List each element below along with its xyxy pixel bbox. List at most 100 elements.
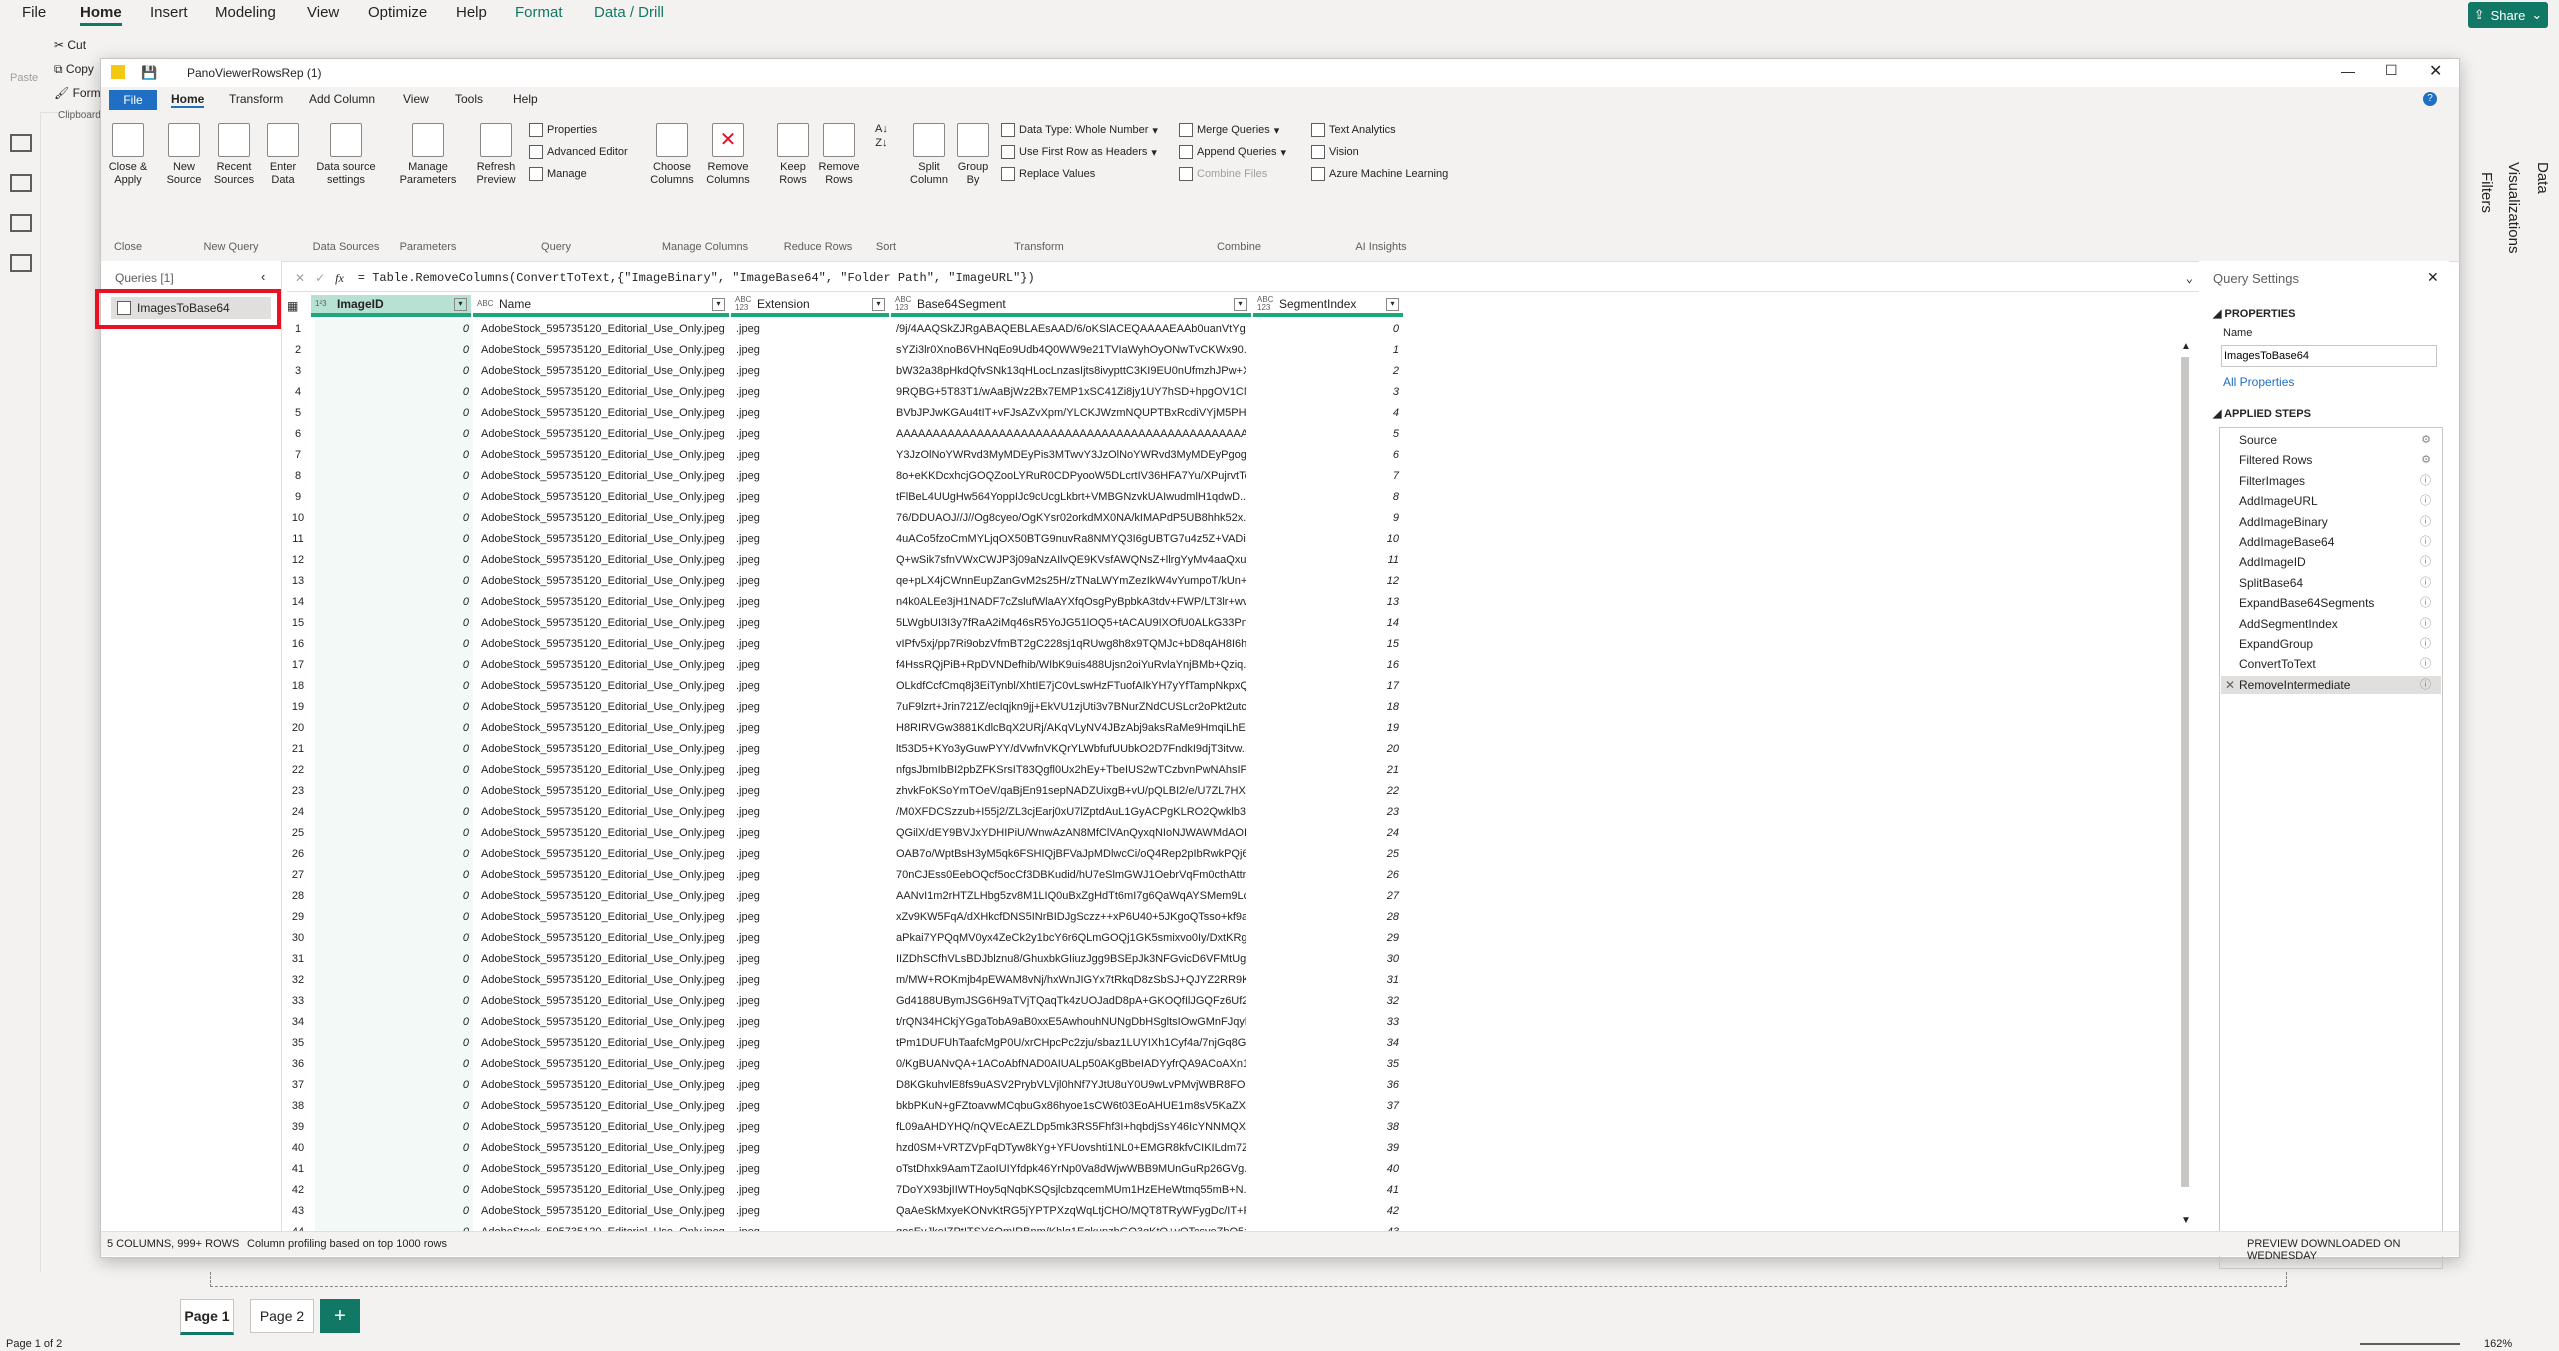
cell-base64segment[interactable]: /M0XFDCSzzub+I55j2/ZL3cjEarj0xU7lZptdAuL…	[892, 802, 1246, 823]
query-name-input[interactable]	[2221, 345, 2437, 367]
cell-segmentindex[interactable]: 35	[1255, 1054, 1403, 1075]
applied-steps-header[interactable]: ◢ APPLIED STEPS	[2213, 407, 2311, 420]
cell-base64segment[interactable]: bW32a38pHkdQfvSNk13qHLocLnzasIjts8ivyptt…	[892, 361, 1246, 382]
info-icon[interactable]: ⓘ	[2420, 615, 2431, 633]
cell-name[interactable]: AdobeStock_595735120_Editorial_Use_Only.…	[477, 928, 731, 949]
cell-segmentindex[interactable]: 1	[1255, 340, 1403, 361]
table-row[interactable]: 11 0 AdobeStock_595735120_Editorial_Use_On…	[287, 529, 1617, 550]
table-row[interactable]: 7 0 AdobeStock_595735120_Editorial_Use_Onl…	[287, 445, 1617, 466]
cell-extension[interactable]: .jpeg	[732, 361, 886, 382]
tab-insert[interactable]: Insert	[150, 4, 188, 21]
cell-base64segment[interactable]: QaAeSkMxyeKONvKtRG5jYPTPXzqWqLtjCHO/MQT8…	[892, 1201, 1246, 1222]
table-row[interactable]: 27 0 AdobeStock_595735120_Editorial_Use_On…	[287, 865, 1617, 886]
cell-segmentindex[interactable]: 41	[1255, 1180, 1403, 1201]
split-column-button[interactable]: Split Column	[909, 123, 949, 187]
applied-step[interactable]: AddImageBase64 ⓘ	[2221, 533, 2441, 551]
cell-extension[interactable]: .jpeg	[732, 487, 886, 508]
cell-base64segment[interactable]: t/rQN34HCkjYGgaTobA9aB0xxE5AwhouhNUNgDbH…	[892, 1012, 1246, 1033]
cell-extension[interactable]: .jpeg	[732, 802, 886, 823]
table-row[interactable]: 21 0 AdobeStock_595735120_Editorial_Use_On…	[287, 739, 1617, 760]
cell-imageid[interactable]: 0	[315, 949, 473, 970]
cell-imageid[interactable]: 0	[315, 655, 473, 676]
help-icon[interactable]: ?	[2423, 92, 2437, 106]
cell-name[interactable]: AdobeStock_595735120_Editorial_Use_Only.…	[477, 340, 731, 361]
filter-dropdown-icon[interactable]: ▾	[1234, 297, 1247, 311]
cell-imageid[interactable]: 0	[315, 1159, 473, 1180]
cell-extension[interactable]: .jpeg	[732, 949, 886, 970]
cell-extension[interactable]: .jpeg	[732, 634, 886, 655]
scroll-up-icon[interactable]: ▲	[2181, 341, 2191, 352]
info-icon[interactable]: ⓘ	[2420, 655, 2431, 673]
cell-imageid[interactable]: 0	[315, 760, 473, 781]
cell-name[interactable]: AdobeStock_595735120_Editorial_Use_Only.…	[477, 907, 731, 928]
cell-segmentindex[interactable]: 8	[1255, 487, 1403, 508]
cell-extension[interactable]: .jpeg	[732, 1201, 886, 1222]
cell-base64segment[interactable]: AANvI1m2rHTZLHbg5zv8M1LIQ0uBxZgHdTt6mI7g…	[892, 886, 1246, 907]
table-row[interactable]: 24 0 AdobeStock_595735120_Editorial_Use_On…	[287, 802, 1617, 823]
expand-formula-icon[interactable]: ⌄	[2186, 271, 2193, 286]
applied-step[interactable]: FilterImages ⓘ	[2221, 472, 2441, 490]
cell-base64segment[interactable]: oTstDhxk9AamTZaoIUIYfdpk46YrNp0Va8dWjwWB…	[892, 1159, 1246, 1180]
table-row[interactable]: 36 0 AdobeStock_595735120_Editorial_Use_On…	[287, 1054, 1617, 1075]
cell-segmentindex[interactable]: 6	[1255, 445, 1403, 466]
grid-vertical-scrollbar[interactable]: ▲ ▼	[2175, 295, 2197, 1235]
cell-name[interactable]: AdobeStock_595735120_Editorial_Use_Only.…	[477, 424, 731, 445]
cell-base64segment[interactable]: nfgsJbmIbBI2pbZFKSrsIT83Qgfl0Ux2hEy+TbeI…	[892, 760, 1246, 781]
cell-name[interactable]: AdobeStock_595735120_Editorial_Use_Only.…	[477, 1012, 731, 1033]
data-type-dropdown[interactable]: Data Type: Whole Number ▾	[1001, 123, 1158, 137]
cell-imageid[interactable]: 0	[315, 865, 473, 886]
cell-segmentindex[interactable]: 5	[1255, 424, 1403, 445]
cell-base64segment[interactable]: aPkai7YPQqMV0yx4ZeCk2y1bcY6r6QLmGOQj1GK5…	[892, 928, 1246, 949]
cell-extension[interactable]: .jpeg	[732, 781, 886, 802]
cell-extension[interactable]: .jpeg	[732, 571, 886, 592]
tab-optimize[interactable]: Optimize	[368, 4, 427, 21]
cell-base64segment[interactable]: sYZi3lr0XnoB6VHNqEo9Udb4Q0WW9e21TVIaWyhO…	[892, 340, 1246, 361]
cell-base64segment[interactable]: vIPfv5xj/pp7Ri9obzVfmBT2gC228sj1qRUwg8h8…	[892, 634, 1246, 655]
table-row[interactable]: 12 0 AdobeStock_595735120_Editorial_Use_On…	[287, 550, 1617, 571]
cell-segmentindex[interactable]: 39	[1255, 1138, 1403, 1159]
tab-file[interactable]: File	[22, 4, 46, 21]
cell-imageid[interactable]: 0	[315, 739, 473, 760]
keep-rows-button[interactable]: Keep Rows	[773, 123, 813, 187]
cell-base64segment[interactable]: hzd0SM+VRTZVpFqDTyw8kYg+YFUovshti1NL0+EM…	[892, 1138, 1246, 1159]
cell-segmentindex[interactable]: 10	[1255, 529, 1403, 550]
filter-dropdown-icon[interactable]: ▾	[872, 297, 885, 311]
cell-imageid[interactable]: 0	[315, 634, 473, 655]
table-row[interactable]: 38 0 AdobeStock_595735120_Editorial_Use_On…	[287, 1096, 1617, 1117]
fx-icon[interactable]: fx	[335, 271, 344, 286]
cell-name[interactable]: AdobeStock_595735120_Editorial_Use_Only.…	[477, 823, 731, 844]
cell-imageid[interactable]: 0	[315, 1033, 473, 1054]
cell-base64segment[interactable]: /9j/4AAQSkZJRgABAQEBLAEsAAD/6/oKSlACEQAA…	[892, 319, 1246, 340]
cell-base64segment[interactable]: xZv9KW5FqA/dXHkcfDNS5INrBIDJgSczz++xP6U4…	[892, 907, 1246, 928]
applied-step[interactable]: AddImageID ⓘ	[2221, 553, 2441, 571]
table-row[interactable]: 31 0 AdobeStock_595735120_Editorial_Use_On…	[287, 949, 1617, 970]
applied-step[interactable]: Filtered Rows ⚙	[2221, 451, 2441, 469]
applied-step[interactable]: ExpandBase64Segments ⓘ	[2221, 594, 2441, 612]
cell-segmentindex[interactable]: 19	[1255, 718, 1403, 739]
cell-name[interactable]: AdobeStock_595735120_Editorial_Use_Only.…	[477, 844, 731, 865]
status-profiling[interactable]: Column profiling based on top 1000 rows	[247, 1238, 447, 1250]
cell-imageid[interactable]: 0	[315, 550, 473, 571]
pq-tab-tools[interactable]: Tools	[455, 92, 483, 106]
page-tab-2[interactable]: Page 2	[250, 1299, 314, 1333]
cell-name[interactable]: AdobeStock_595735120_Editorial_Use_Only.…	[477, 697, 731, 718]
cell-imageid[interactable]: 0	[315, 1054, 473, 1075]
cell-segmentindex[interactable]: 23	[1255, 802, 1403, 823]
column-header-extension[interactable]: ABC 123 Extension ▾	[731, 295, 889, 317]
paste-button[interactable]: Paste	[10, 72, 38, 84]
cell-imageid[interactable]: 0	[315, 319, 473, 340]
applied-step[interactable]: SplitBase64 ⓘ	[2221, 574, 2441, 592]
cell-segmentindex[interactable]: 20	[1255, 739, 1403, 760]
cell-imageid[interactable]: 0	[315, 424, 473, 445]
table-row[interactable]: 17 0 AdobeStock_595735120_Editorial_Use_On…	[287, 655, 1617, 676]
table-row[interactable]: 6 0 AdobeStock_595735120_Editorial_Use_Onl…	[287, 424, 1617, 445]
cell-segmentindex[interactable]: 7	[1255, 466, 1403, 487]
cell-extension[interactable]: .jpeg	[732, 991, 886, 1012]
data-source-settings-button[interactable]: Data source settings	[311, 123, 381, 187]
cell-extension[interactable]: .jpeg	[732, 1096, 886, 1117]
cell-name[interactable]: AdobeStock_595735120_Editorial_Use_Only.…	[477, 739, 731, 760]
cell-name[interactable]: AdobeStock_595735120_Editorial_Use_Only.…	[477, 445, 731, 466]
cell-name[interactable]: AdobeStock_595735120_Editorial_Use_Only.…	[477, 1054, 731, 1075]
properties-section-header[interactable]: ◢ PROPERTIES	[2213, 307, 2295, 320]
cell-name[interactable]: AdobeStock_595735120_Editorial_Use_Only.…	[477, 1180, 731, 1201]
